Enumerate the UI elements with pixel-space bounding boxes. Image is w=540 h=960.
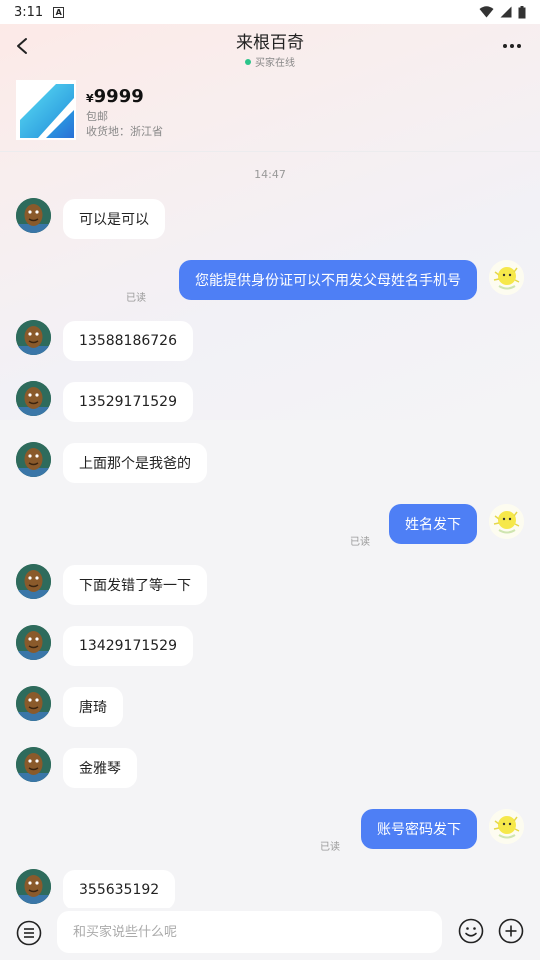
more-options-button[interactable] <box>498 32 526 60</box>
read-receipt: 已读 <box>320 842 340 853</box>
message-bubble-incoming[interactable]: 13588186726 <box>63 321 193 361</box>
message-bubble-incoming[interactable]: 下面发错了等一下 <box>63 565 207 605</box>
message-bubble-outgoing[interactable]: 姓名发下 <box>389 504 477 544</box>
emoji-icon[interactable] <box>458 918 484 944</box>
notification-a-icon: A <box>53 6 65 18</box>
header-title-area: 来根百奇 买家在线 <box>0 28 540 69</box>
status-bar: 3:11 A <box>0 0 540 24</box>
wifi-icon <box>479 6 494 18</box>
online-dot-icon <box>245 58 251 65</box>
message-bubble-incoming[interactable]: 355635192 <box>63 870 176 910</box>
status-time: 3:11 <box>14 4 44 20</box>
message-bubble-incoming[interactable]: 13529171529 <box>63 382 193 422</box>
product-shipping: 包邮 <box>86 110 108 123</box>
message-bubble-outgoing[interactable]: 您能提供身份证可以不用发父母姓名手机号 <box>179 260 477 300</box>
online-status-text: 买家在线 <box>255 58 295 69</box>
message-input[interactable] <box>57 911 442 953</box>
message-bubble-incoming[interactable]: 13429171529 <box>63 626 193 666</box>
input-bar <box>0 908 540 960</box>
more-dots-icon <box>503 44 521 48</box>
buyer-avatar[interactable] <box>16 198 51 233</box>
add-plus-icon[interactable] <box>498 918 524 944</box>
signal-icon <box>500 6 512 18</box>
buyer-avatar[interactable] <box>16 442 51 477</box>
buyer-avatar[interactable] <box>16 320 51 355</box>
buyer-avatar[interactable] <box>16 381 51 416</box>
price-currency: ¥ <box>86 92 94 105</box>
online-status: 买家在线 <box>0 54 540 69</box>
buyer-avatar[interactable] <box>16 686 51 721</box>
product-card[interactable]: ¥9999 包邮 收货地：浙江省 <box>0 72 540 152</box>
message-bubble-incoming[interactable]: 金雅琴 <box>63 748 137 788</box>
read-receipt: 已读 <box>126 293 146 304</box>
buyer-avatar[interactable] <box>16 564 51 599</box>
battery-icon <box>518 5 526 18</box>
product-location: 收货地：浙江省 <box>86 125 163 138</box>
status-icons <box>479 5 526 19</box>
buyer-avatar[interactable] <box>16 747 51 782</box>
product-logo-icon <box>16 80 76 140</box>
chat-title: 来根百奇 <box>236 33 304 53</box>
chat-header: 来根百奇 买家在线 <box>0 24 540 72</box>
product-price: ¥9999 <box>86 86 144 107</box>
product-thumbnail[interactable] <box>16 80 76 140</box>
message-bubble-incoming[interactable]: 唐琦 <box>63 687 123 727</box>
price-value: 9999 <box>93 86 144 107</box>
message-bubble-incoming[interactable]: 上面那个是我爸的 <box>63 443 207 483</box>
buyer-avatar[interactable] <box>16 625 51 660</box>
message-bubble-incoming[interactable]: 可以是可以 <box>63 199 165 239</box>
seller-avatar[interactable] <box>489 504 524 539</box>
chat-timestamp: 14:47 <box>254 168 286 181</box>
read-receipt: 已读 <box>350 537 370 548</box>
buyer-avatar[interactable] <box>16 869 51 904</box>
seller-avatar[interactable] <box>489 260 524 295</box>
menu-list-icon[interactable] <box>16 920 42 946</box>
seller-avatar[interactable] <box>489 809 524 844</box>
message-bubble-outgoing[interactable]: 账号密码发下 <box>361 809 477 849</box>
